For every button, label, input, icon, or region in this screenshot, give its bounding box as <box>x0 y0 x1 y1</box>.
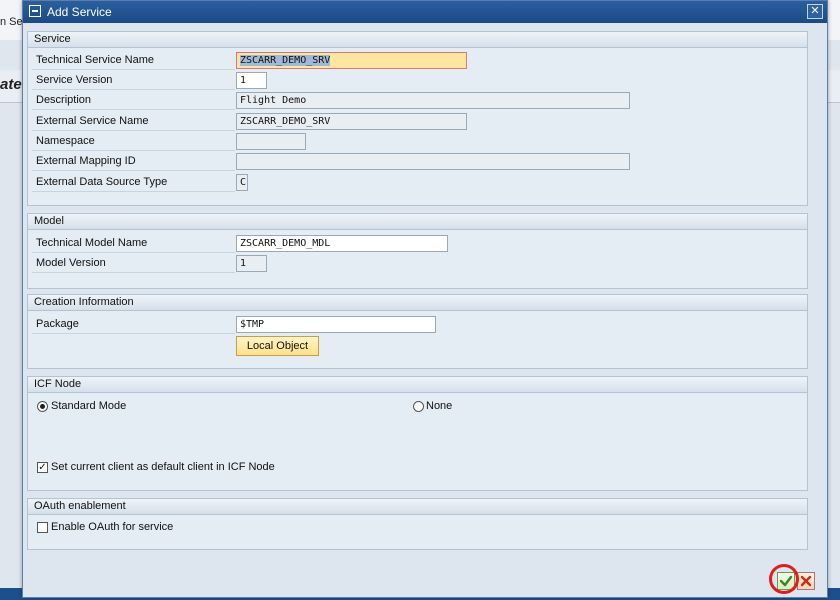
local-object-button[interactable]: Local Object <box>236 336 319 356</box>
none-label: None <box>426 400 453 412</box>
model-version-input[interactable]: 1 <box>236 255 267 272</box>
background-text: n Se <box>0 16 23 28</box>
external-mapping-id-input[interactable] <box>236 153 630 170</box>
service-group-header: Service <box>28 32 807 48</box>
dialog-titlebar[interactable]: Add Service ✕ <box>23 1 827 23</box>
technical-service-name-label: Technical Service Name <box>32 51 235 70</box>
icf-node-group: ICF Node Standard Mode None ✓ Set curren… <box>27 376 808 491</box>
oauth-header: OAuth enablement <box>28 499 807 515</box>
namespace-label: Namespace <box>32 132 235 151</box>
service-version-label: Service Version <box>32 71 235 90</box>
standard-mode-label: Standard Mode <box>51 400 127 412</box>
technical-model-name-label: Technical Model Name <box>32 234 235 253</box>
enable-oauth-label: Enable OAuth for service <box>51 521 174 533</box>
dialog-window-icon <box>29 5 41 17</box>
highlight-annotation-circle <box>769 564 799 594</box>
creation-information-header: Creation Information <box>28 295 807 311</box>
package-label: Package <box>32 315 235 334</box>
dialog-title: Add Service <box>47 5 112 19</box>
external-service-name-input[interactable]: ZSCARR_DEMO_SRV <box>236 113 467 130</box>
package-input[interactable]: $TMP <box>236 316 436 333</box>
add-service-dialog: Add Service ✕ Service Technical Service … <box>22 0 828 598</box>
default-client-checkbox[interactable]: ✓ <box>37 462 48 473</box>
external-mapping-id-label: External Mapping ID <box>32 152 235 171</box>
default-client-label: Set current client as default client in … <box>51 461 275 473</box>
service-version-input[interactable]: 1 <box>236 72 267 89</box>
technical-service-name-value: ZSCARR_DEMO_SRV <box>240 55 331 66</box>
icf-node-header: ICF Node <box>28 377 807 393</box>
model-group: Model Technical Model Name ZSCARR_DEMO_M… <box>27 213 808 289</box>
description-input[interactable]: Flight Demo <box>236 92 630 109</box>
oauth-group: OAuth enablement Enable OAuth for servic… <box>27 498 808 550</box>
technical-service-name-input[interactable]: ZSCARR_DEMO_SRV <box>236 52 467 69</box>
none-radio[interactable] <box>413 401 424 412</box>
external-data-source-type-input[interactable]: C <box>236 174 248 191</box>
model-group-header: Model <box>28 214 807 230</box>
model-version-label: Model Version <box>32 254 235 273</box>
cancel-button[interactable] <box>797 572 815 590</box>
description-label: Description <box>32 91 235 110</box>
enable-oauth-checkbox[interactable] <box>37 522 48 533</box>
namespace-input[interactable] <box>236 133 306 150</box>
cancel-x-icon <box>800 575 812 587</box>
external-data-source-type-label: External Data Source Type <box>32 173 235 192</box>
technical-model-name-input[interactable]: ZSCARR_DEMO_MDL <box>236 235 448 252</box>
close-button[interactable]: ✕ <box>807 4 823 19</box>
service-group: Service Technical Service Name ZSCARR_DE… <box>27 31 808 206</box>
creation-information-group: Creation Information Package $TMP Local … <box>27 294 808 369</box>
background-title: ate <box>0 76 22 93</box>
standard-mode-radio[interactable] <box>37 401 48 412</box>
external-service-name-label: External Service Name <box>32 112 235 131</box>
